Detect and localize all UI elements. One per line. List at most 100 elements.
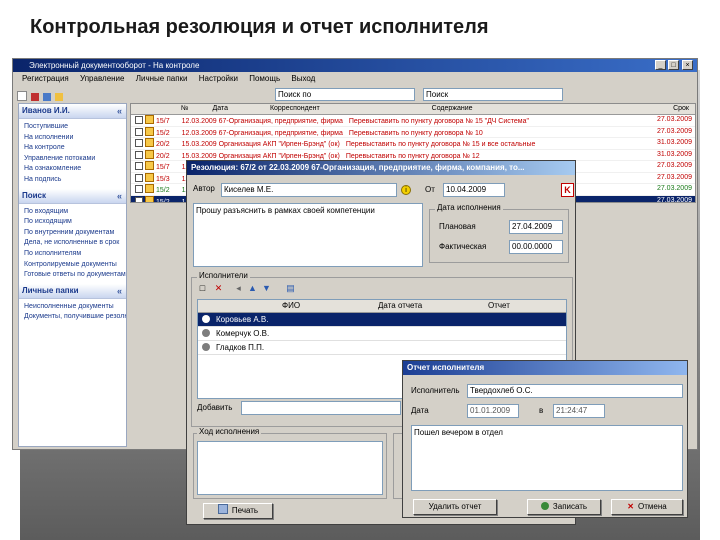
chevron-up-icon[interactable]: « [117,104,122,118]
save-report-button[interactable]: Записать [527,499,601,515]
report-date-field[interactable]: 01.01.2009 [467,404,519,418]
row-checkbox[interactable] [135,139,143,147]
author-field[interactable]: Киселев М.Е. [221,183,397,197]
report-time-field[interactable]: 21:24:47 [553,404,605,418]
delete-icon[interactable]: ✕ [213,283,224,294]
search-input-2[interactable]: Поиск [423,88,563,101]
close-button[interactable]: × [682,60,693,70]
new-document-icon[interactable] [17,91,27,101]
move-left-icon[interactable]: ◂ [233,283,244,294]
delete-report-button[interactable]: Удалить отчет [413,499,497,515]
row-checkbox[interactable] [135,185,143,193]
sidebar-item-in-progress[interactable]: На исполнении [19,133,126,144]
column-header-number[interactable]: № [181,105,189,112]
person-icon [202,343,210,351]
resolution-text-area[interactable]: Прошу разъяснить в рамках своей компетен… [193,203,423,267]
document-icon [145,184,154,193]
sidebar-user-header[interactable]: Иванов И.И. « [19,104,126,119]
column-header-due[interactable]: Срок [673,104,689,114]
table-row[interactable]: 15/2 12.03.2009 67-Организация, предприят… [131,126,695,138]
sidebar-item-resolved[interactable]: Документы, получившие резолюцию [19,312,126,323]
delete-icon[interactable] [31,93,39,101]
sidebar-item-search-incoming[interactable]: По входящим [19,207,126,218]
sidebar-item-unfinished[interactable]: Неисполненные документы [19,302,126,313]
actual-date-field[interactable]: 00.00.0000 [509,240,563,254]
sidebar-item-on-control[interactable]: На контроле [19,143,126,154]
add-executor-field[interactable] [241,401,401,415]
progress-group-title: Ход исполнения [197,427,262,437]
executors-group-title: Исполнители [197,271,250,281]
sidebar-item-for-signature[interactable]: На подпись [19,175,126,186]
row-due-date: 27.03.2009 [653,115,692,126]
menu-help[interactable]: Помощь [249,74,280,83]
search-input[interactable]: Поиск по [275,88,415,101]
sidebar-item-search-outgoing[interactable]: По исходящим [19,217,126,228]
new-icon[interactable]: □ [197,283,208,294]
due-date-group [429,209,569,263]
window-title: Электронный документооборот - На контрол… [13,59,697,72]
document-icon [145,115,154,124]
executor-row-selected[interactable]: Коровьев А.В. [198,313,566,327]
close-icon: ✕ [627,502,634,511]
resolution-dialog-title: Резолюция: 67/2 от 22.03.2009 67-Организ… [187,161,575,175]
row-number: 15/7 [156,164,170,171]
column-header-report-date[interactable]: Дата отчета [378,300,422,312]
row-checkbox[interactable] [135,150,143,159]
column-header-report[interactable]: Отчет [488,300,510,312]
executor-row[interactable]: Комерчук О.В. [198,327,566,341]
row-due-date: 27.03.2009 [653,161,692,172]
menu-personal-folders[interactable]: Личные папки [136,74,188,83]
row-checkbox[interactable] [135,173,143,182]
person-icon [202,329,210,337]
menu-settings[interactable]: Настройки [199,74,238,83]
maximize-button[interactable]: □ [668,60,679,70]
executor-field[interactable]: Твердохлеб О.С. [467,384,683,398]
minimize-button[interactable]: _ [655,60,666,70]
date-from-field[interactable]: 10.04.2009 [443,183,505,197]
slide-title: Контрольная резолюция и отчет исполнител… [30,16,489,38]
row-checkbox[interactable] [135,162,143,170]
progress-list[interactable] [197,441,383,495]
arrow-down-icon[interactable]: ▼ [261,283,272,294]
row-checkbox[interactable] [135,196,143,202]
sidebar-item-search-internal[interactable]: По внутренним документам [19,228,126,239]
table-row[interactable]: 20/2 15.03.2009 Организация АКП "Ирпен-Бр… [131,138,695,150]
column-header-date[interactable]: Дата [212,105,228,112]
sidebar-folders-header[interactable]: Личные папки « [19,283,126,299]
sidebar-item-search-overdue[interactable]: Дела, не исполненные в срок [19,238,126,249]
menu-exit[interactable]: Выход [291,74,315,83]
row-due-date: 27.03.2009 [653,184,692,195]
table-header: № Дата Корреспондент Содержание Срок [131,104,695,115]
sidebar-item-flow-management[interactable]: Управление потоками [19,154,126,165]
column-header-name[interactable]: ФИО [282,300,300,312]
table-row[interactable]: 15/7 12.03.2009 67-Организация, предприят… [131,115,695,127]
sidebar-item-search-controlled[interactable]: Контролируемые документы [19,260,126,271]
sidebar-item-for-review[interactable]: На ознакомление [19,164,126,175]
print-icon[interactable]: ▤ [285,283,296,294]
row-checkbox[interactable] [135,116,143,124]
folder-icon[interactable] [55,93,63,101]
column-header-correspondent[interactable]: Корреспондент [270,105,320,112]
executor-row[interactable]: Гладков П.П. [198,341,566,355]
row-number: 15/2 [156,129,170,137]
report-text-area[interactable]: Пошел вечером в отдел [411,425,683,491]
chevron-up-icon[interactable]: « [117,284,122,298]
report-dialog: Отчет исполнителя Исполнитель Твердохлеб… [402,360,688,518]
planned-date-field[interactable]: 27.04.2009 [509,220,563,234]
add-label: Добавить [197,403,233,412]
sidebar-item-search-answers[interactable]: Готовые ответы по документам [19,270,126,281]
column-header-content[interactable]: Содержание [432,105,473,112]
sidebar-search-header[interactable]: Поиск « [19,188,126,204]
menu-management[interactable]: Управление [80,74,124,83]
sidebar-item-search-executors[interactable]: По исполнителям [19,249,126,260]
control-badge[interactable]: K [561,183,574,197]
info-icon[interactable]: i [401,185,411,195]
chevron-up-icon[interactable]: « [117,189,122,203]
menu-registration[interactable]: Регистрация [22,74,69,83]
arrow-up-icon[interactable]: ▲ [247,283,258,294]
cancel-report-button[interactable]: ✕ Отмена [611,499,683,515]
row-checkbox[interactable] [135,127,143,136]
sidebar-item-incoming[interactable]: Поступившие [19,122,126,133]
print-button[interactable]: Печать [203,503,273,519]
print-icon[interactable] [43,93,51,101]
